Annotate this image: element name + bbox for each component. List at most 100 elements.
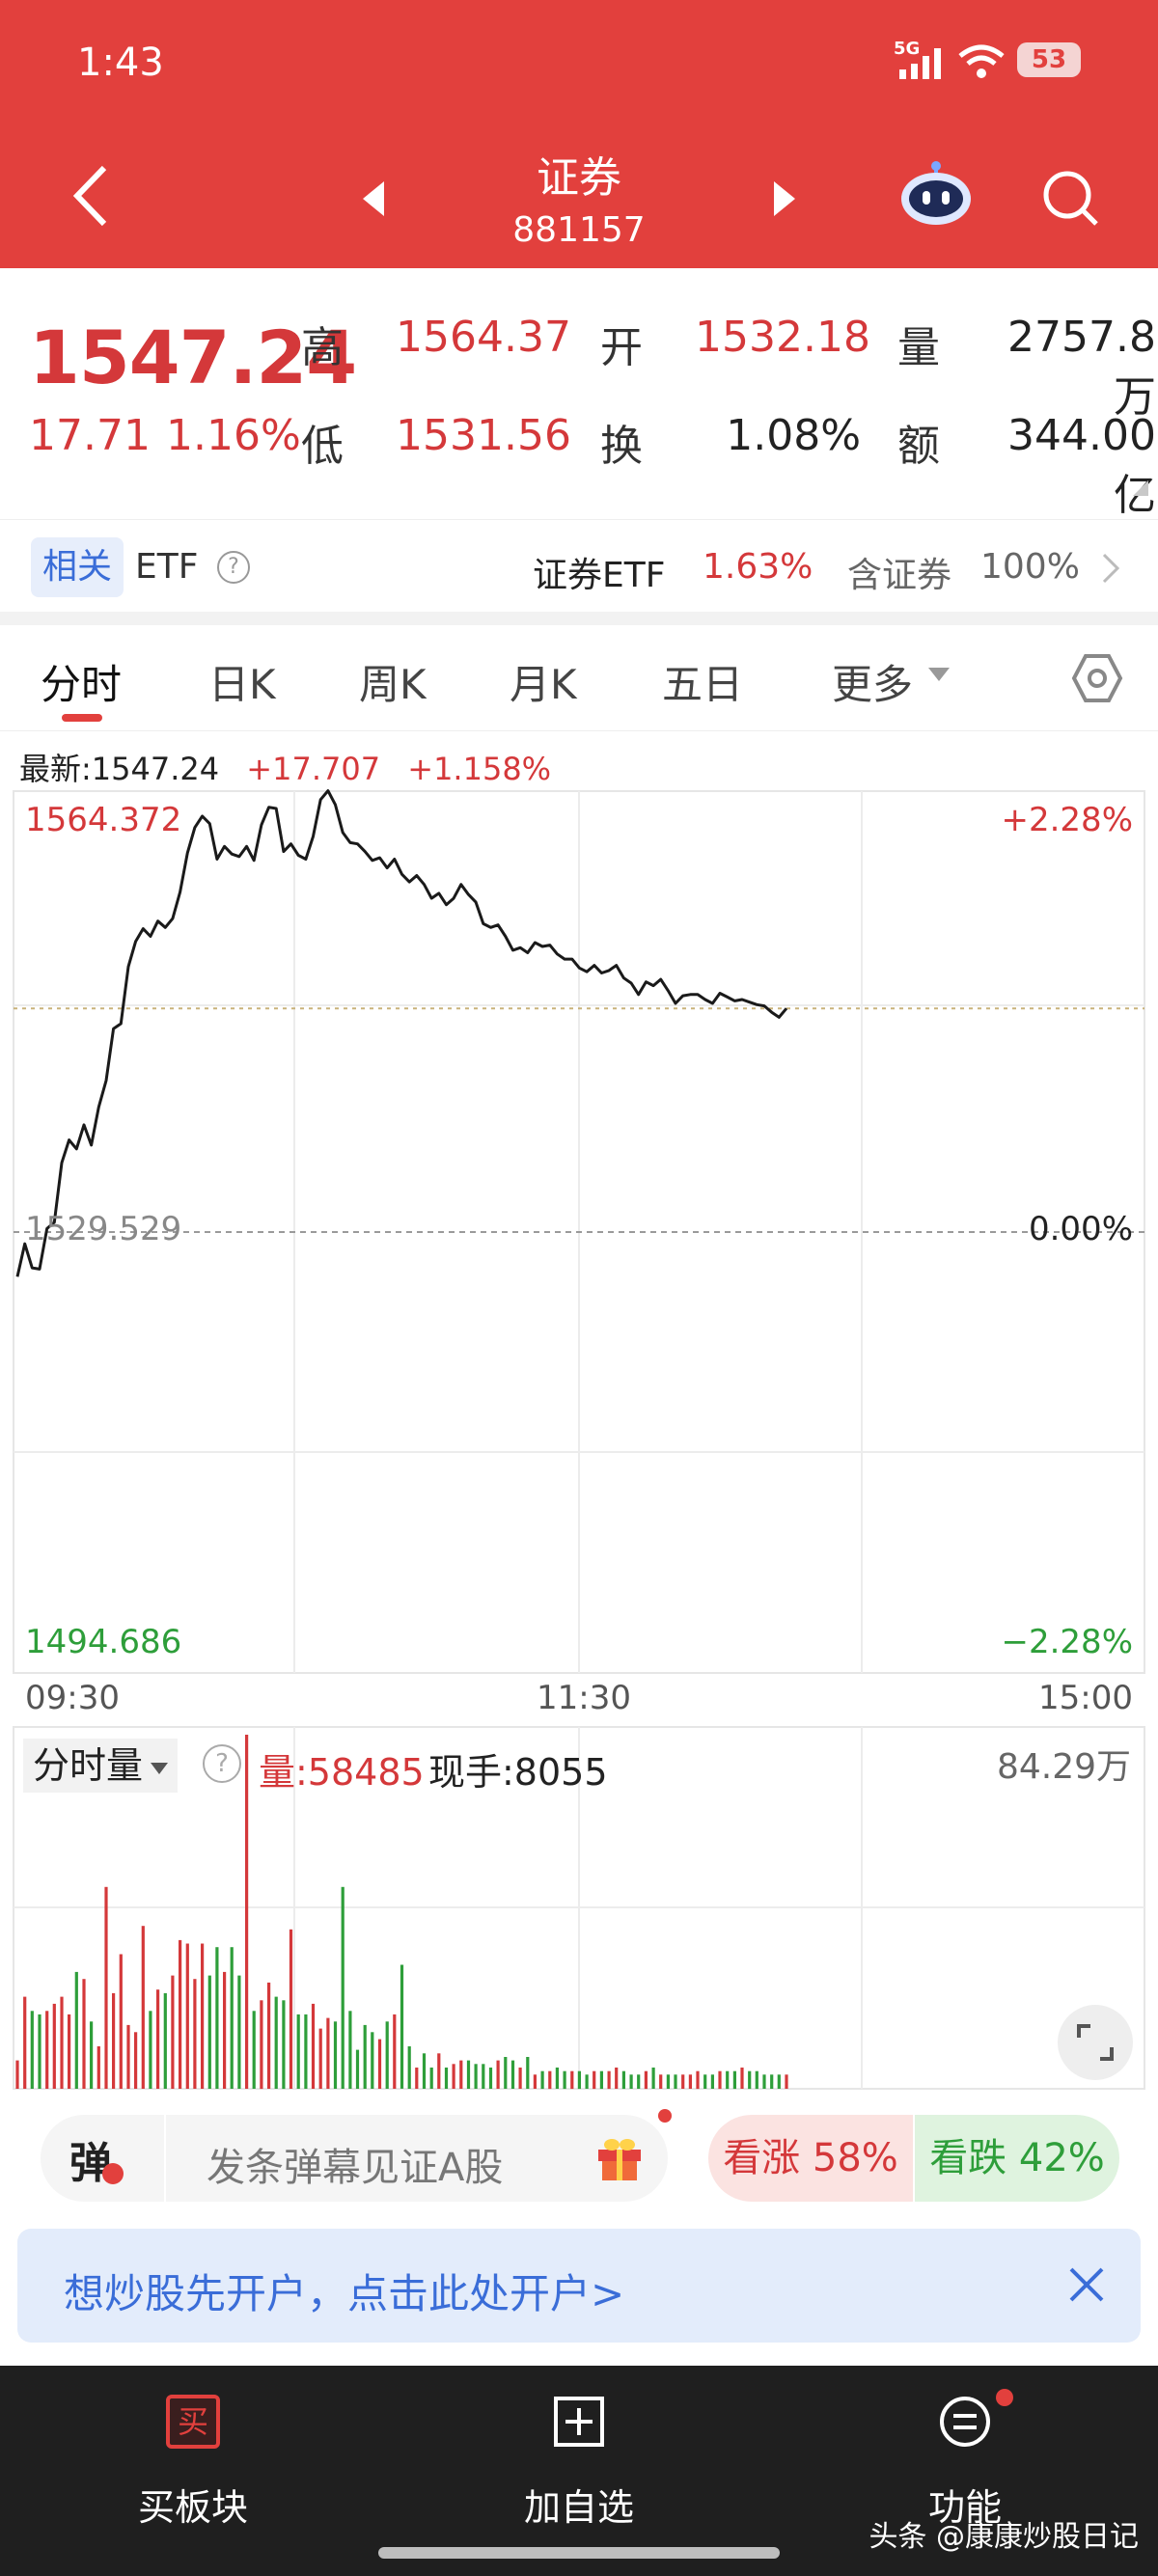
volume-bar — [526, 2057, 530, 2089]
status-icons: 5G 53 — [868, 39, 1081, 81]
vote-bearish-button[interactable]: 看跌 42% — [915, 2115, 1119, 2202]
volume-bar — [422, 2053, 427, 2089]
volume-bar — [260, 2000, 263, 2090]
etf-change-pct: 1.63% — [703, 547, 813, 587]
volume-help-icon[interactable]: ? — [203, 1744, 241, 1783]
expand-corner-icon[interactable] — [1133, 480, 1148, 496]
x-axis-start: 09:30 — [25, 1679, 120, 1717]
etf-contains-label: 含证券 — [847, 556, 952, 595]
nav-buy-sector[interactable]: 买 买板块 — [0, 2366, 386, 2576]
volume-bar — [252, 2011, 256, 2089]
tab-monthly-k[interactable]: 月K — [510, 652, 577, 711]
nav-add-watchlist[interactable]: 加自选 — [386, 2366, 772, 2576]
volume-amount: 量:58485 — [259, 1751, 425, 1794]
volume-bar — [163, 1992, 167, 2089]
buy-icon-char: 买 — [177, 2403, 208, 2440]
volume-type-selector[interactable]: 分时量 — [23, 1739, 179, 1793]
robot-assistant-icon[interactable] — [899, 160, 973, 228]
volume-bar — [710, 2074, 714, 2089]
open-value: 1532.18 — [695, 313, 870, 362]
y-axis-mid-pct: 0.00% — [1028, 1210, 1133, 1248]
tab-intraday[interactable]: 分时 — [41, 652, 122, 711]
y-axis-mid-price: 1529.529 — [25, 1210, 182, 1248]
volume-bar — [474, 2064, 478, 2089]
high-label: 高 — [301, 323, 344, 372]
more-dropdown-icon[interactable] — [928, 668, 950, 681]
volume-bar — [371, 2032, 374, 2089]
related-etf-row[interactable]: 相关 ETF ? 证券ETF 1.63% 含证券 100% — [0, 519, 1158, 612]
volume-bar — [52, 2003, 56, 2089]
etf-name[interactable]: 证券ETF — [533, 547, 665, 597]
intraday-chart[interactable] — [0, 781, 1158, 2098]
chart-settings-icon[interactable] — [1071, 652, 1123, 704]
volume-bar — [245, 1735, 249, 2089]
etf-contains-value: 100% — [980, 547, 1080, 587]
fullscreen-icon[interactable] — [1058, 2005, 1133, 2080]
chevron-right-icon[interactable] — [1096, 551, 1125, 586]
volume-bar — [96, 2046, 100, 2089]
volume-bar — [777, 2074, 781, 2089]
volume-bar — [755, 2070, 758, 2090]
danmu-placeholder[interactable]: 发条弹幕见证A股 — [207, 2136, 503, 2192]
amount-value: 344.00亿 — [1007, 411, 1156, 520]
tab-daily-k[interactable]: 日K — [208, 652, 276, 711]
vote-bullish-button[interactable]: 看涨 58% — [708, 2115, 913, 2202]
volume-bar — [740, 2068, 744, 2089]
search-icon[interactable] — [1040, 168, 1102, 230]
volume-bar — [230, 1947, 234, 2089]
price-line — [15, 789, 788, 1277]
volume-bar — [82, 1979, 86, 2089]
page-title: 证券 — [537, 153, 621, 203]
volume-bar — [74, 1971, 78, 2089]
volume-bar — [68, 2014, 71, 2089]
y-axis-bottom-pct: −2.28% — [1001, 1623, 1134, 1661]
y-axis-top-pct: +2.28% — [1001, 801, 1134, 839]
volume-bar — [718, 2070, 722, 2090]
volume-bar — [304, 2014, 308, 2089]
volume-bar — [407, 2046, 411, 2089]
y-axis-bottom-price: 1494.686 — [25, 1623, 182, 1661]
volume-bar — [385, 2021, 389, 2089]
x-axis-end: 15:00 — [1038, 1679, 1133, 1717]
gift-icon[interactable] — [594, 2134, 645, 2182]
volume-bar — [703, 2074, 707, 2089]
tab-five-day[interactable]: 五日 — [662, 652, 743, 711]
add-square-icon — [554, 2397, 604, 2447]
open-account-banner[interactable]: 想炒股先开户，点击此处开户> — [17, 2229, 1141, 2343]
volume-bar — [15, 2060, 19, 2089]
tab-more[interactable]: 更多 — [832, 652, 913, 711]
volume-bar — [90, 2021, 94, 2089]
volume-bar — [237, 1975, 241, 2089]
volume-bar — [482, 2064, 485, 2089]
danmu-check-icon — [102, 2163, 124, 2184]
functions-notification-dot — [996, 2389, 1013, 2406]
volume-bar — [555, 2068, 559, 2089]
battery-indicator: 53 — [1017, 42, 1081, 77]
nav-add-watchlist-label: 加自选 — [523, 2486, 634, 2529]
volume-bar — [201, 1943, 205, 2089]
status-time: 1:43 — [77, 41, 164, 85]
turnover-value: 1.08% — [726, 411, 861, 460]
volume-bar — [23, 1996, 27, 2089]
danmu-input-bar[interactable]: 弹 发条弹幕见证A股 — [41, 2109, 672, 2202]
volume-bar — [437, 2053, 441, 2089]
volume-bar — [348, 2011, 352, 2089]
home-indicator[interactable] — [378, 2547, 780, 2559]
help-icon[interactable]: ? — [217, 551, 250, 584]
volume-bar — [355, 2049, 360, 2089]
promo-text[interactable]: 想炒股先开户，点击此处开户> — [64, 2261, 624, 2320]
volume-bar — [548, 2070, 552, 2090]
section-divider — [0, 612, 1158, 625]
tab-weekly-k[interactable]: 周K — [359, 652, 427, 711]
volume-bar — [393, 2014, 397, 2089]
volume-bar — [459, 2060, 463, 2089]
volume-bar — [615, 2068, 619, 2089]
volume-bar — [60, 1996, 64, 2089]
next-sector-icon[interactable] — [770, 179, 799, 218]
volume-bar — [363, 2024, 367, 2089]
volume-bar — [674, 2074, 677, 2089]
header-bar: 1:43 5G 53 证券 881157 — [0, 0, 1158, 268]
close-icon[interactable] — [1067, 2265, 1106, 2304]
volume-bar — [599, 2070, 603, 2090]
volume-bar — [637, 2074, 641, 2089]
